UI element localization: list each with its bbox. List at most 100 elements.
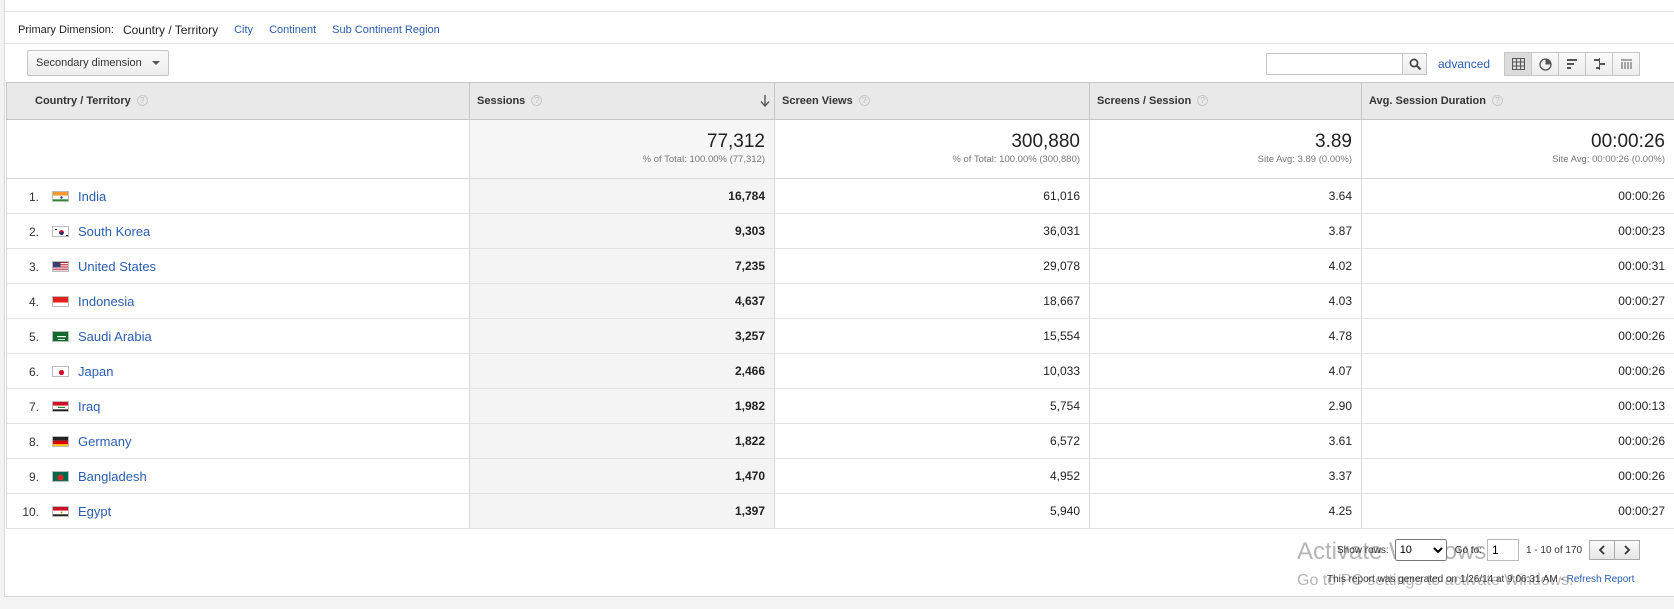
- country-link[interactable]: Indonesia: [78, 294, 134, 309]
- primary-dimension-continent[interactable]: Continent: [269, 24, 316, 36]
- country-cell: 6. Japan: [6, 353, 470, 389]
- search-button[interactable]: [1402, 53, 1427, 75]
- data-table-view-button[interactable]: [1504, 52, 1532, 76]
- row-rank: 10.: [22, 504, 39, 519]
- india-flag-icon: [52, 190, 69, 202]
- column-header-country[interactable]: Country / Territory?: [6, 82, 470, 120]
- primary-dimension-bar: Primary Dimension: Country / Territory C…: [18, 23, 456, 37]
- country-link[interactable]: South Korea: [78, 224, 150, 239]
- secondary-dimension-label: Secondary dimension: [36, 57, 142, 69]
- row-rank: 2.: [28, 224, 39, 239]
- screen-views-cell: 4,952: [774, 458, 1090, 494]
- next-page-button[interactable]: [1614, 540, 1641, 560]
- iraq-flag-icon: [52, 400, 69, 412]
- avg-session-duration-cell: 00:00:26: [1361, 458, 1674, 494]
- avg-session-duration-cell: 00:00:27: [1361, 493, 1674, 529]
- screen-views-cell: 15,554: [774, 318, 1090, 354]
- avg-session-duration-cell: 00:00:26: [1361, 318, 1674, 354]
- table-header-row: Country / Territory? Sessions? Screen Vi…: [6, 82, 1674, 120]
- avg-session-duration-cell: 00:00:13: [1361, 388, 1674, 424]
- country-link[interactable]: Egypt: [78, 504, 111, 519]
- totals-screens-per-session: 3.89 Site Avg: 3.89 (0.00%): [1089, 119, 1362, 179]
- screens-per-session-cell: 4.02: [1089, 248, 1362, 284]
- table-row: 6. Japan 2,466 10,033 4.07 00:00:26: [6, 353, 1674, 389]
- country-link[interactable]: Bangladesh: [78, 469, 147, 484]
- pie-view-button[interactable]: [1531, 52, 1559, 76]
- table-row: 9. Bangladesh 1,470 4,952 3.37 00:00:26: [6, 458, 1674, 494]
- avg-session-duration-cell: 00:00:26: [1361, 353, 1674, 389]
- help-icon[interactable]: ?: [531, 95, 543, 106]
- help-icon[interactable]: ?: [136, 95, 148, 106]
- avg-session-duration-cell: 00:00:27: [1361, 283, 1674, 319]
- help-icon[interactable]: ?: [1491, 95, 1503, 106]
- country-link[interactable]: Germany: [78, 434, 131, 449]
- primary-dimension-city[interactable]: City: [234, 24, 253, 36]
- sessions-cell: 4,637: [469, 283, 775, 319]
- united-states-flag-icon: [52, 260, 69, 272]
- show-rows-label: Show rows:: [1337, 544, 1389, 556]
- grid-icon: [1511, 58, 1525, 70]
- goto-input[interactable]: [1486, 539, 1519, 561]
- country-link[interactable]: Japan: [78, 364, 113, 379]
- totals-avg-session-duration: 00:00:26 Site Avg: 00:00:26 (0.00%): [1361, 119, 1674, 179]
- help-icon[interactable]: ?: [1197, 95, 1209, 106]
- refresh-report-link[interactable]: Refresh Report: [1567, 574, 1635, 585]
- divider: [5, 43, 1674, 44]
- table-row: 2. South Korea 9,303 36,031 3.87 00:00:23: [6, 213, 1674, 249]
- avg-session-duration-cell: 00:00:26: [1361, 178, 1674, 214]
- bangladesh-flag-icon: [52, 470, 69, 482]
- previous-page-button[interactable]: [1589, 540, 1616, 560]
- chevron-right-icon: [1624, 545, 1631, 555]
- row-rank: 9.: [28, 469, 39, 484]
- avg-session-duration-cell: 00:00:31: [1361, 248, 1674, 284]
- help-icon[interactable]: ?: [858, 95, 870, 106]
- country-link[interactable]: Iraq: [78, 399, 100, 414]
- comparison-icon: [1593, 58, 1605, 70]
- germany-flag-icon: [52, 435, 69, 447]
- row-rank: 6.: [28, 364, 39, 379]
- secondary-dimension-dropdown[interactable]: Secondary dimension: [27, 50, 169, 76]
- screens-per-session-cell: 3.37: [1089, 458, 1362, 494]
- pivot-view-button[interactable]: [1612, 52, 1640, 76]
- country-cell: 4. Indonesia: [6, 283, 470, 319]
- sessions-cell: 1,470: [469, 458, 775, 494]
- country-link[interactable]: United States: [78, 259, 156, 274]
- screen-views-cell: 5,754: [774, 388, 1090, 424]
- column-header-screens-per-session[interactable]: Screens / Session?: [1089, 82, 1362, 120]
- screen-views-cell: 61,016: [774, 178, 1090, 214]
- totals-sessions: 77,312 % of Total: 100.00% (77,312): [469, 119, 775, 179]
- comparison-view-button[interactable]: [1585, 52, 1613, 76]
- row-rank: 4.: [28, 294, 39, 309]
- show-rows-select[interactable]: 10: [1394, 539, 1447, 561]
- avg-session-duration-cell: 00:00:26: [1361, 423, 1674, 459]
- advanced-filter-link[interactable]: advanced: [1438, 57, 1490, 71]
- table-search-input[interactable]: [1266, 53, 1403, 75]
- country-link[interactable]: India: [78, 189, 106, 204]
- screens-per-session-cell: 3.87: [1089, 213, 1362, 249]
- screen-views-cell: 18,667: [774, 283, 1090, 319]
- south-korea-flag-icon: [52, 225, 69, 237]
- table-row: 7. Iraq 1,982 5,754 2.90 00:00:13: [6, 388, 1674, 424]
- screens-per-session-cell: 2.90: [1089, 388, 1362, 424]
- row-rank: 5.: [28, 329, 39, 344]
- search-icon: [1409, 58, 1422, 71]
- column-header-avg-session-duration[interactable]: Avg. Session Duration?: [1361, 82, 1674, 120]
- performance-view-button[interactable]: [1558, 52, 1586, 76]
- sessions-cell: 2,466: [469, 353, 775, 389]
- screen-views-cell: 10,033: [774, 353, 1090, 389]
- table-row: 4. Indonesia 4,637 18,667 4.03 00:00:27: [6, 283, 1674, 319]
- country-link[interactable]: Saudi Arabia: [78, 329, 152, 344]
- sort-descending-icon: [760, 95, 770, 107]
- report-generated-note: This report was generated on 1/26/14 at …: [1327, 574, 1635, 585]
- sessions-cell: 1,397: [469, 493, 775, 529]
- primary-dimension-selected: Country / Territory: [122, 23, 219, 37]
- column-header-screen-views[interactable]: Screen Views?: [774, 82, 1090, 120]
- row-rank: 3.: [28, 259, 39, 274]
- country-cell: 3. United States: [6, 248, 470, 284]
- country-cell: 1. India: [6, 178, 470, 214]
- column-header-sessions[interactable]: Sessions?: [469, 82, 775, 120]
- primary-dimension-subcontinent[interactable]: Sub Continent Region: [332, 24, 440, 36]
- screen-views-cell: 6,572: [774, 423, 1090, 459]
- row-range: 1 - 10 of 170: [1525, 544, 1583, 556]
- view-toggle-group: [1504, 52, 1640, 76]
